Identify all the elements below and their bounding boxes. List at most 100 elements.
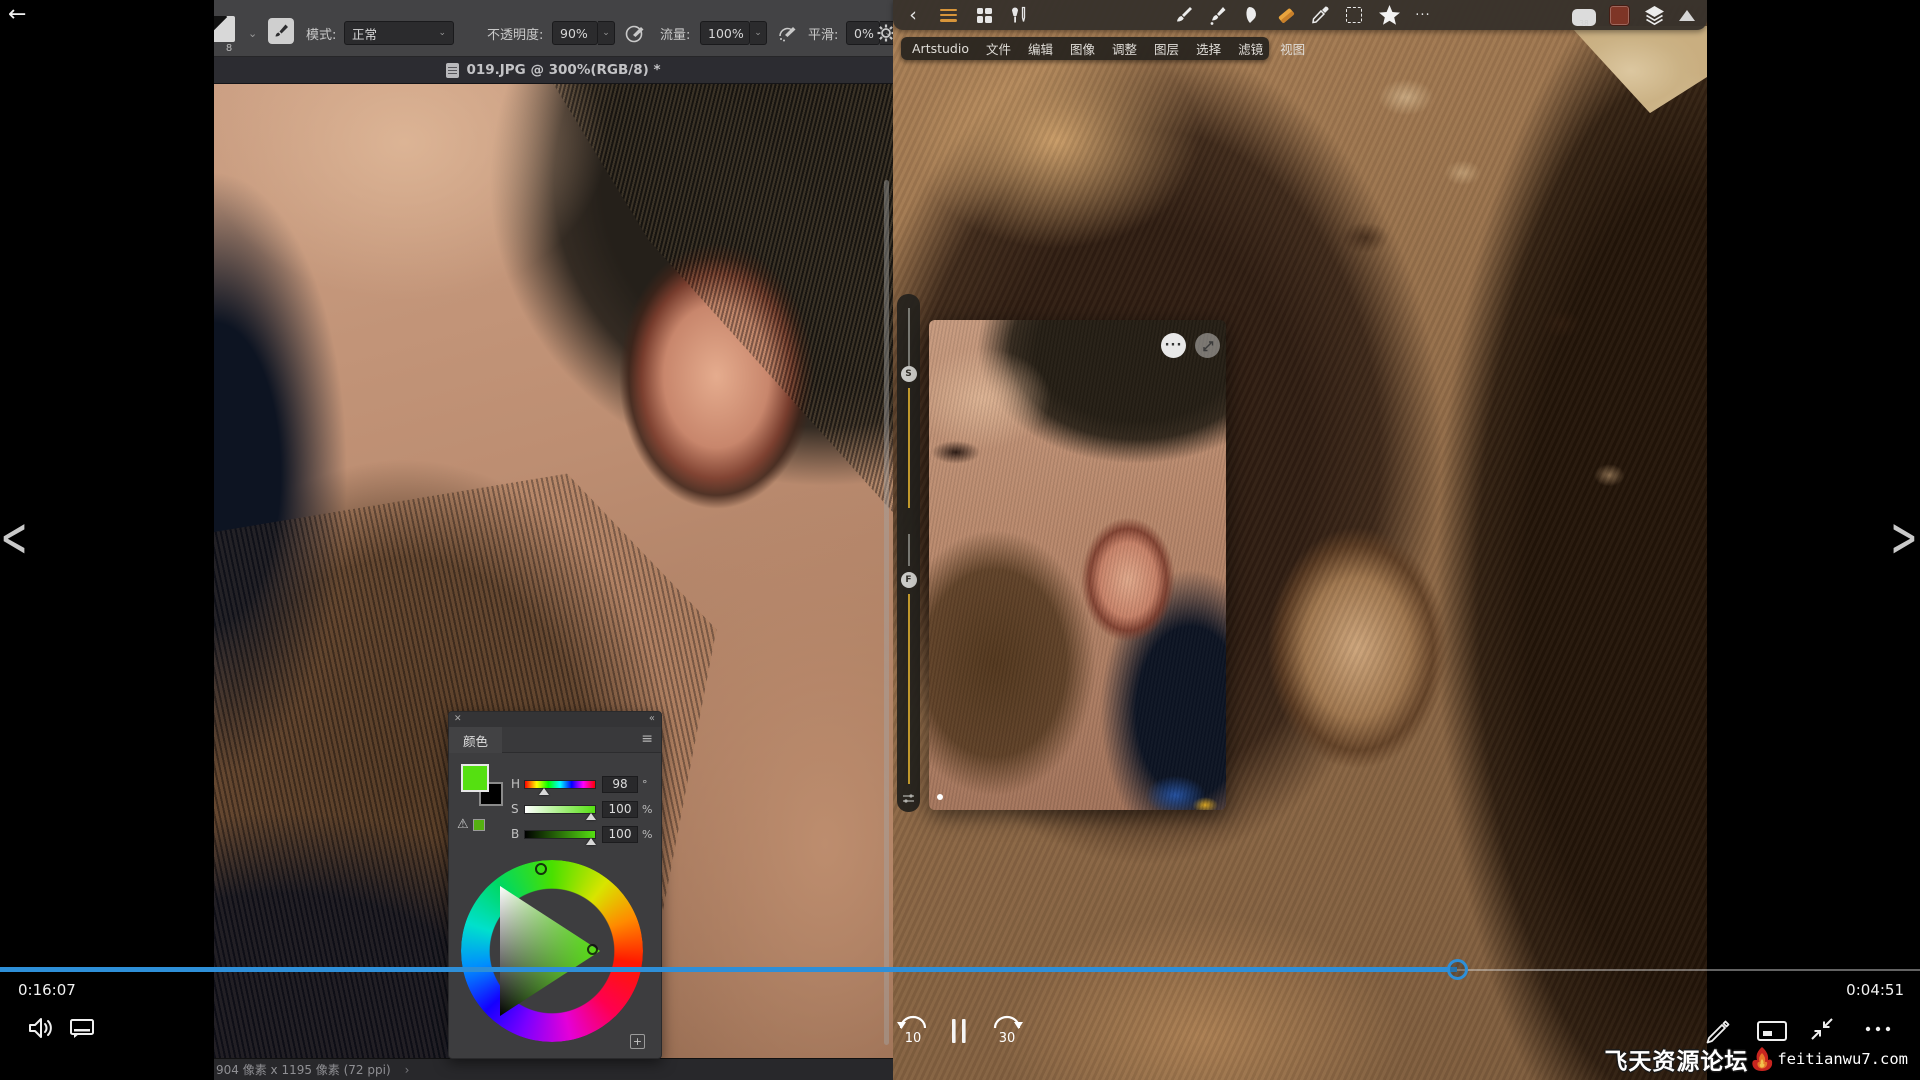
mode-select[interactable]: 正常 ⌄: [344, 21, 454, 45]
collapse-icon[interactable]: «: [649, 713, 655, 724]
notes-button[interactable]: [1702, 1015, 1732, 1045]
saturation-label: S: [511, 802, 524, 816]
slider-settings-icon[interactable]: [902, 793, 915, 804]
smoothing-value: 0%: [854, 26, 874, 41]
volume-button[interactable]: [26, 1014, 54, 1042]
reference-resize-button[interactable]: [1195, 333, 1220, 358]
ellipsis-icon: [1862, 1021, 1894, 1037]
hue-ring-knob[interactable]: [535, 863, 547, 875]
watermark-site-url: feitianwu7.com: [1777, 1050, 1908, 1068]
tab-color[interactable]: 颜色: [449, 727, 502, 753]
add-swatch-button[interactable]: +: [630, 1034, 645, 1049]
brightness-slider-thumb[interactable]: [586, 838, 596, 845]
paint-tool-button[interactable]: [1171, 0, 1195, 30]
smoothing-value-field[interactable]: 0%: [846, 21, 880, 45]
brush-preset-chevron-icon[interactable]: ⌄: [248, 20, 257, 46]
opacity-chevron-icon[interactable]: ⌄: [598, 21, 615, 45]
status-chevron-icon[interactable]: ›: [405, 1063, 410, 1077]
saturation-slider-thumb[interactable]: [586, 813, 596, 820]
wet-paint-tool-button[interactable]: [1205, 0, 1229, 30]
triangle-knob[interactable]: [587, 944, 598, 955]
skip-back-button[interactable]: 10: [892, 1012, 934, 1046]
brush-size-label: 8: [216, 43, 242, 54]
paintbrush-icon: [1173, 5, 1194, 26]
color-wheel[interactable]: [461, 860, 643, 1042]
menu-layer[interactable]: 图层: [1154, 39, 1179, 58]
back-button[interactable]: ‹: [903, 0, 923, 30]
saturation-value-field[interactable]: 100: [602, 801, 638, 818]
flow-value-field[interactable]: 100%: [700, 21, 750, 45]
brush-size-button[interactable]: 38: [1571, 0, 1597, 30]
smudge-tool-button[interactable]: [1239, 0, 1263, 30]
menu-view[interactable]: 视图: [1280, 39, 1305, 58]
previous-video-button[interactable]: <: [2, 504, 26, 573]
current-color-swatch: [1609, 5, 1630, 26]
flow-value: 100%: [708, 26, 744, 41]
menu-filter[interactable]: 滤镜: [1238, 39, 1263, 58]
progress-playhead[interactable]: [1447, 959, 1468, 980]
layers-button[interactable]: [1641, 0, 1667, 30]
brush-settings-panel-button[interactable]: [268, 18, 294, 44]
subtitles-button[interactable]: [68, 1016, 96, 1042]
smoothing-label: 平滑:: [808, 20, 838, 46]
main-menu-button[interactable]: [937, 0, 959, 30]
gamut-warning[interactable]: ⚠: [457, 817, 485, 832]
current-color-button[interactable]: [1607, 0, 1632, 30]
menu-select[interactable]: 选择: [1196, 39, 1221, 58]
size-slider-track[interactable]: [908, 308, 910, 366]
ps-vertical-scrollbar[interactable]: [884, 180, 889, 1045]
reference-image-window[interactable]: ···: [929, 320, 1226, 810]
panel-menu-icon[interactable]: ≡: [641, 731, 653, 747]
close-icon[interactable]: ✕: [454, 714, 462, 724]
menu-adjust[interactable]: 调整: [1112, 39, 1137, 58]
reference-more-button[interactable]: ···: [1161, 333, 1186, 358]
menu-image[interactable]: 图像: [1070, 39, 1095, 58]
reference-resize-handle[interactable]: [937, 794, 943, 800]
hue-value-field[interactable]: 98: [602, 776, 638, 793]
flow-chevron-icon[interactable]: ⌄: [750, 21, 767, 45]
skip-forward-button[interactable]: 30: [986, 1012, 1028, 1046]
flow-slider-fill[interactable]: [908, 594, 910, 784]
brightness-slider[interactable]: [524, 830, 596, 839]
hue-slider-thumb[interactable]: [539, 788, 549, 795]
flow-slider-knob[interactable]: F: [901, 572, 917, 588]
brush-settings-button[interactable]: [876, 20, 893, 46]
gamut-color-swatch[interactable]: [473, 819, 485, 831]
watermark: 飞天资源论坛 feitianwu7.com: [1604, 1044, 1908, 1074]
color-panel-tabrow: 颜色 ≡: [449, 727, 661, 753]
foreground-color-swatch[interactable]: [461, 764, 489, 792]
grid-icon: [977, 8, 992, 23]
back-arrow-button[interactable]: ←: [8, 2, 26, 27]
eraser-tool-button[interactable]: [1274, 0, 1298, 30]
collapse-toolbar-button[interactable]: [1675, 0, 1699, 30]
tools-button[interactable]: [1007, 0, 1031, 30]
gallery-button[interactable]: [973, 0, 995, 30]
size-slider-knob[interactable]: S: [901, 366, 917, 382]
remaining-time: 0:04:51: [1846, 981, 1904, 999]
brightness-value-field[interactable]: 100: [602, 826, 638, 843]
menu-file[interactable]: 文件: [986, 39, 1011, 58]
menu-artstudio[interactable]: Artstudio: [912, 41, 969, 56]
menu-edit[interactable]: 编辑: [1028, 39, 1053, 58]
shrink-button[interactable]: [1808, 1015, 1836, 1043]
opacity-pressure-button[interactable]: [624, 20, 646, 46]
pip-button[interactable]: [1756, 1019, 1788, 1043]
favorites-button[interactable]: [1376, 0, 1402, 30]
hue-slider[interactable]: [524, 780, 596, 789]
more-options-button[interactable]: [1862, 1021, 1894, 1037]
opacity-value-field[interactable]: 90%: [552, 21, 598, 45]
toolbar-more-button[interactable]: ···: [1410, 0, 1436, 30]
size-slider-fill[interactable]: [908, 388, 910, 508]
airbrush-button[interactable]: [776, 20, 798, 46]
progress-bar-played[interactable]: [0, 967, 1457, 972]
brush-tip-preview: [214, 16, 227, 38]
select-tool-button[interactable]: [1342, 0, 1366, 30]
brush-size-value: 38: [1571, 19, 1597, 28]
pause-button[interactable]: [948, 1017, 970, 1045]
flow-slider-track[interactable]: [908, 534, 910, 566]
saturation-slider[interactable]: [524, 805, 596, 814]
brush-preset-thumbnail[interactable]: [214, 16, 235, 42]
eyedropper-tool-button[interactable]: [1308, 0, 1332, 30]
next-video-button[interactable]: >: [1892, 504, 1916, 573]
progress-bar-remaining[interactable]: [1457, 969, 1920, 971]
